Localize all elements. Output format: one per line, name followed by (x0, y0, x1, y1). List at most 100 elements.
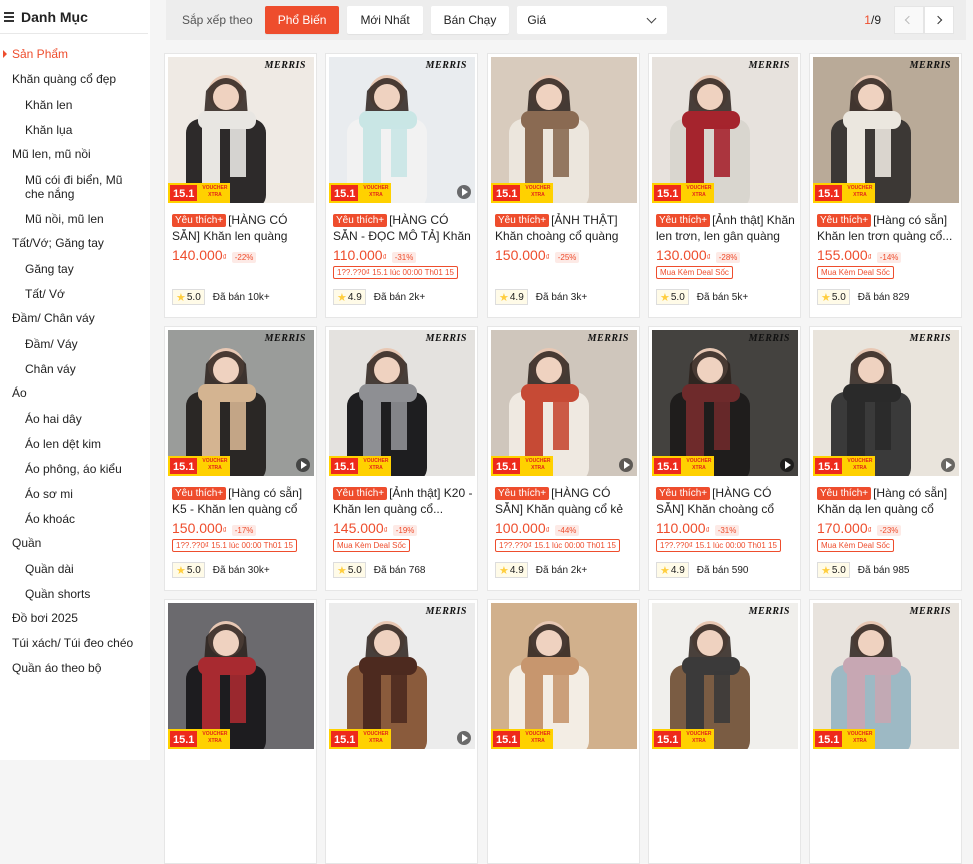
sidebar-item[interactable]: Chân váy (0, 356, 150, 381)
product-image[interactable]: MERRIS 15.1 VOUCHER XTRA (168, 330, 314, 476)
product-image[interactable]: MERRIS 15.1 VOUCHER XTRA (813, 330, 959, 476)
product-image[interactable]: MERRIS 15.1 VOUCHER XTRA (813, 603, 959, 749)
product-card[interactable]: MERRIS 15.1 VOUCHER XTRA Yêu thích+ [HÀNG CÓ … (164, 53, 317, 318)
product-image[interactable]: MERRIS 15.1 VOUCHER XTRA (329, 330, 475, 476)
play-video-icon[interactable] (941, 458, 955, 472)
favorite-plus-tag: Yêu thích+ (817, 487, 872, 500)
sidebar-item[interactable]: Áo hai dây (0, 406, 150, 431)
product-image[interactable]: MERRIS 15.1 VOUCHER XTRA (168, 57, 314, 203)
promo-label: Mua Kèm Deal Sốc (817, 539, 894, 552)
sidebar-item[interactable]: Áo phông, áo kiểu (0, 456, 150, 481)
product-card[interactable]: MERRIS 15.1 VOUCHER XTRA Yêu thích+ [Hàng có … (809, 53, 962, 318)
product-card[interactable]: MERRIS 15.1 VOUCHER XTRA Yêu thích+ [Hàng có … (164, 326, 317, 591)
product-photo (168, 330, 314, 476)
sale-badge: 15.1 VOUCHER XTRA (329, 729, 392, 749)
product-image[interactable]: 15.1 VOUCHER XTRA (491, 57, 637, 203)
product-image[interactable]: MERRIS 15.1 VOUCHER XTRA (329, 57, 475, 203)
sold-count: Đã bán 10k+ (212, 291, 270, 303)
sort-popular-button[interactable]: Phổ Biến (264, 6, 340, 34)
product-image[interactable]: MERRIS 15.1 VOUCHER XTRA (652, 57, 798, 203)
sale-badge-voucher-label: VOUCHER (202, 185, 228, 191)
product-card[interactable]: 15.1 VOUCHER XTRA Yêu thích+ [ẢNH THẬT] Khăn… (487, 53, 640, 318)
sidebar-item[interactable]: Mũ cói đi biển, Mũ che nắng (0, 167, 150, 206)
sidebar-item[interactable]: Mũ len, mũ nồi (0, 142, 150, 167)
sidebar-item[interactable]: Găng tay (0, 256, 150, 281)
sidebar-item[interactable]: Quần shorts (0, 581, 150, 606)
product-card[interactable]: MERRIS 15.1 VOUCHER XTRA Yêu thích+ [Ảnh thật… (325, 326, 478, 591)
product-price: 100.000 ₫ -44% (495, 520, 580, 536)
sale-badge: 15.1 VOUCHER XTRA (813, 456, 876, 476)
sidebar-item[interactable]: Áo len dệt kim (0, 431, 150, 456)
product-card[interactable]: MERRIS 15.1 VOUCHER XTRA Yêu thích+ [HÀNG CÓ … (487, 326, 640, 591)
product-card[interactable]: MERRIS 15.1 VOUCHER XTRA Yêu thích+ [HÀNG CÓ … (325, 53, 478, 318)
favorite-plus-tag: Yêu thích+ (333, 214, 388, 227)
product-card[interactable]: 15.1 VOUCHER XTRA (164, 599, 317, 864)
sold-count: Đã bán 5k+ (696, 291, 749, 303)
category-header: Danh Mục (0, 0, 148, 34)
play-video-icon[interactable] (296, 458, 310, 472)
category-header-label: Danh Mục (21, 8, 88, 25)
discount-badge: -14% (876, 252, 902, 263)
sale-badge-voucher: VOUCHER XTRA (683, 183, 715, 203)
favorite-plus-tag: Yêu thích+ (495, 487, 550, 500)
play-video-icon[interactable] (457, 731, 471, 745)
product-rating: ★ 5.0 Đã bán 768 (333, 562, 426, 578)
sidebar-item[interactable]: Quần áo theo bộ (0, 656, 150, 681)
play-video-icon[interactable] (457, 185, 471, 199)
product-card[interactable]: MERRIS 15.1 VOUCHER XTRA (325, 599, 478, 864)
pager-current: 1 (864, 13, 871, 27)
sold-count: Đã bán 3k+ (535, 291, 588, 303)
price-sort-select[interactable]: Giá (517, 6, 668, 34)
prev-page-button[interactable] (894, 6, 924, 34)
promo-label: Mua Kèm Deal Sốc (333, 539, 410, 552)
sale-badge-voucher: VOUCHER XTRA (522, 183, 554, 203)
sale-badge: 15.1 VOUCHER XTRA (168, 456, 231, 476)
sidebar-item[interactable]: Khăn len (0, 92, 150, 117)
sidebar-item[interactable]: Áo (0, 381, 150, 406)
product-card[interactable]: MERRIS 15.1 VOUCHER XTRA Yêu thích+ [Hàng có … (809, 326, 962, 591)
price-value: 110.000 (656, 520, 706, 536)
product-card[interactable]: MERRIS 15.1 VOUCHER XTRA Yêu thích+ [HÀNG CÓ … (648, 326, 801, 591)
sidebar-item[interactable]: Khăn quàng cổ đẹp (0, 67, 150, 92)
product-image[interactable]: MERRIS 15.1 VOUCHER XTRA (329, 603, 475, 749)
product-image[interactable]: MERRIS 15.1 VOUCHER XTRA (813, 57, 959, 203)
sidebar-item[interactable]: Đầm/ Chân váy (0, 306, 150, 331)
product-image[interactable]: MERRIS 15.1 VOUCHER XTRA (652, 330, 798, 476)
sort-newest-button[interactable]: Mới Nhất (347, 6, 423, 34)
product-price: 110.000 ₫ -31% (333, 247, 417, 263)
product-card[interactable]: MERRIS 15.1 VOUCHER XTRA Yêu thích+ [Ảnh thật… (648, 53, 801, 318)
sidebar-item[interactable]: Áo sơ mi (0, 481, 150, 506)
sidebar-item[interactable]: Quần dài (0, 556, 150, 581)
sidebar-item[interactable]: Đồ bơi 2025 (0, 606, 150, 631)
sidebar-item[interactable]: Quần (0, 531, 150, 556)
play-video-icon[interactable] (780, 458, 794, 472)
sidebar-item[interactable]: Khăn lụa (0, 117, 150, 142)
sidebar-item[interactable]: Mũ nồi, mũ len (0, 206, 150, 231)
sidebar-item[interactable]: Đầm/ Váy (0, 331, 150, 356)
sale-badge-voucher: VOUCHER XTRA (360, 729, 392, 749)
sidebar-item[interactable]: Áo khoác (0, 506, 150, 531)
sale-badge-voucher-label: VOUCHER (847, 731, 873, 737)
product-image[interactable]: 15.1 VOUCHER XTRA (168, 603, 314, 749)
rating-badge: ★ 4.9 (495, 562, 528, 578)
sidebar-item[interactable]: Tất/Vớ; Găng tay (0, 231, 150, 256)
sale-badge: 15.1 VOUCHER XTRA (652, 456, 715, 476)
sidebar-item[interactable]: Túi xách/ Túi đeo chéo (0, 631, 150, 656)
rating-value: 5.0 (186, 291, 201, 303)
play-video-icon[interactable] (619, 458, 633, 472)
product-card[interactable]: 15.1 VOUCHER XTRA (487, 599, 640, 864)
product-card[interactable]: MERRIS 15.1 VOUCHER XTRA (809, 599, 962, 864)
product-image[interactable]: 15.1 VOUCHER XTRA (491, 603, 637, 749)
discount-badge: -31% (391, 252, 417, 263)
sale-badge-extra-label: XTRA (531, 465, 545, 471)
price-currency: ₫ (222, 253, 227, 262)
sidebar-item-label: Áo hai dây (25, 412, 82, 426)
brand-watermark: MERRIS (264, 333, 306, 344)
next-page-button[interactable] (924, 6, 954, 34)
sidebar-item[interactable]: Tất/ Vớ (0, 281, 150, 306)
product-image[interactable]: MERRIS 15.1 VOUCHER XTRA (652, 603, 798, 749)
product-image[interactable]: MERRIS 15.1 VOUCHER XTRA (491, 330, 637, 476)
sidebar-item[interactable]: Sản Phẩm (0, 42, 150, 67)
sort-bestseller-button[interactable]: Bán Chạy (430, 6, 510, 34)
product-card[interactable]: MERRIS 15.1 VOUCHER XTRA (648, 599, 801, 864)
